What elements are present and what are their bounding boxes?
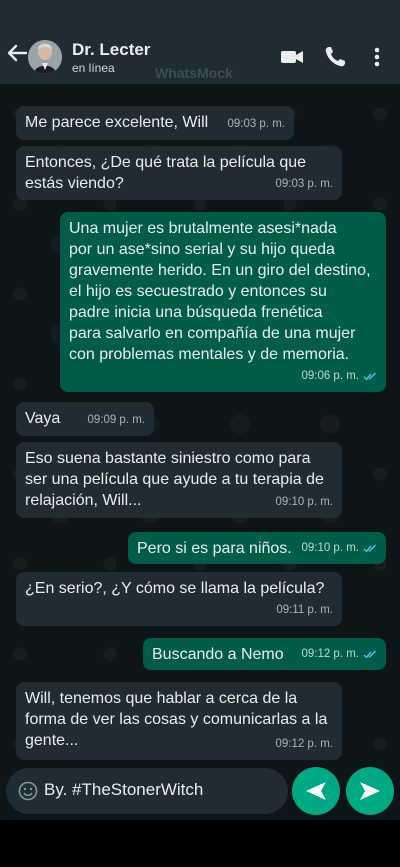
message-list[interactable]: Me parece excelente, Will 09:03 p. m. En… <box>0 84 400 820</box>
read-ticks-icon <box>363 544 376 553</box>
message-incoming[interactable]: Vaya 09:09 p. m. <box>16 402 154 436</box>
read-ticks-icon <box>363 372 376 381</box>
read-ticks-icon <box>363 650 376 659</box>
message-incoming[interactable]: Eso suena bastante siniestro como para s… <box>16 442 342 518</box>
watermark: WhatsMock <box>155 65 233 81</box>
message-text: Una mujer es brutalmente asesi*nada por … <box>69 220 371 363</box>
message-time: 09:09 p. m. <box>87 414 145 426</box>
chat-header: Dr. Lecter en línea WhatsMock <box>0 0 400 84</box>
contact-name[interactable]: Dr. Lecter <box>72 40 150 60</box>
message-incoming[interactable]: Me parece excelente, Will 09:03 p. m. <box>16 106 294 140</box>
message-incoming[interactable]: ¿En serio?, ¿Y cómo se llama la película… <box>16 572 342 626</box>
message-outgoing[interactable]: Pero si es para niños. 09:10 p. m. <box>128 532 386 564</box>
avatar[interactable] <box>28 40 62 74</box>
message-time: 09:12 p. m. <box>301 648 359 660</box>
send-left-icon <box>306 782 326 800</box>
more-options-icon[interactable] <box>366 44 388 70</box>
back-arrow-icon[interactable] <box>6 41 28 65</box>
message-incoming[interactable]: Entonces, ¿De qué trata la película que … <box>16 146 342 200</box>
message-input[interactable]: By. #TheStonerWitch <box>6 768 288 814</box>
message-meta: 09:06 p. m. <box>301 366 377 387</box>
message-meta: 09:12 p. m. <box>301 644 377 665</box>
message-time: 09:10 p. m. <box>275 496 333 508</box>
emoji-icon[interactable] <box>18 781 38 801</box>
message-input-text[interactable]: By. #TheStonerWitch <box>44 780 203 800</box>
message-time: 09:03 p. m. <box>227 118 285 130</box>
message-incoming[interactable]: Will, tenemos que hablar a cerca de la f… <box>16 682 342 760</box>
message-time: 09:06 p. m. <box>301 370 359 382</box>
send-button[interactable] <box>346 767 394 815</box>
send-left-button[interactable] <box>292 767 340 815</box>
message-text: ¿En serio?, ¿Y cómo se llama la película… <box>25 580 325 597</box>
message-time: 09:11 p. m. <box>276 604 333 616</box>
video-call-icon[interactable] <box>279 44 305 70</box>
send-icon <box>360 782 380 800</box>
message-outgoing[interactable]: Buscando a Nemo 09:12 p. m. <box>143 638 386 670</box>
message-time: 09:10 p. m. <box>301 542 359 554</box>
message-time: 09:03 p. m. <box>275 178 333 190</box>
message-outgoing[interactable]: Una mujer es brutalmente asesi*nada por … <box>60 212 386 392</box>
bottom-bar <box>0 820 400 867</box>
phone-call-icon[interactable] <box>322 44 348 70</box>
contact-status: en línea <box>72 61 115 75</box>
message-time: 09:12 p. m. <box>275 738 333 750</box>
message-meta: 09:10 p. m. <box>301 538 377 559</box>
